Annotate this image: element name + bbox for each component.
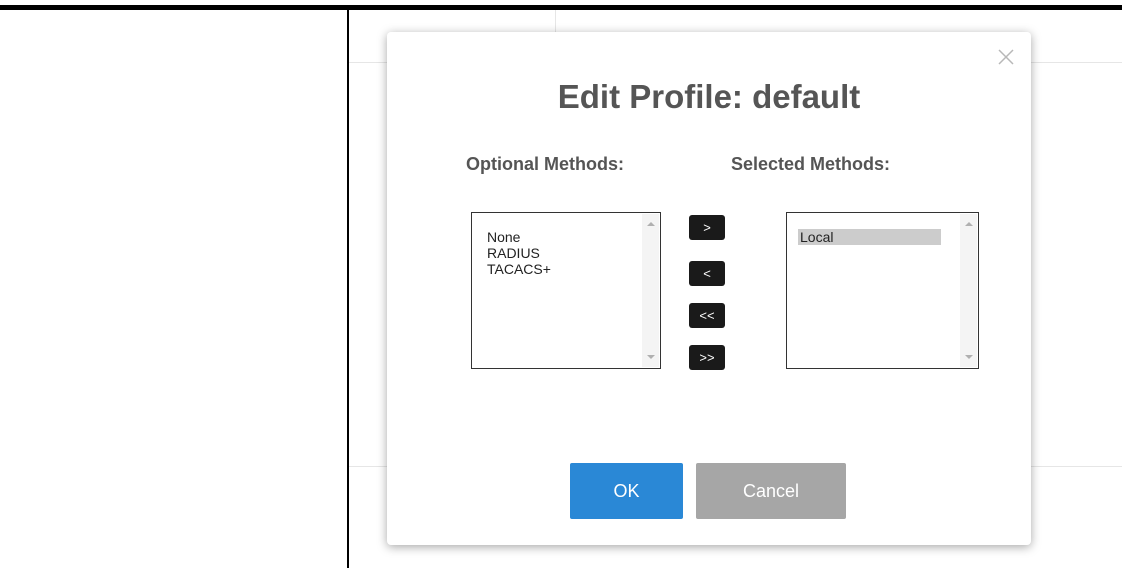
dialog-title: Edit Profile: default	[557, 78, 861, 115]
left-rule	[347, 10, 349, 568]
list-item[interactable]: Local	[798, 229, 941, 245]
scroll-up-icon[interactable]	[965, 222, 973, 226]
edit-profile-dialog: Edit Profile: default Optional Methods: …	[387, 32, 1031, 545]
move-left-button[interactable]: <	[689, 261, 725, 286]
background-divider	[555, 10, 556, 34]
ok-button[interactable]: OK	[570, 463, 683, 519]
close-icon[interactable]	[995, 46, 1017, 68]
scrollbar[interactable]	[642, 214, 659, 367]
optional-methods-list[interactable]: None RADIUS TACACS+	[471, 212, 661, 369]
move-right-button[interactable]: >	[689, 215, 725, 240]
list-item[interactable]: None	[485, 229, 624, 245]
move-all-right-button[interactable]: >>	[689, 345, 725, 370]
top-rule	[0, 5, 1122, 10]
scroll-up-icon[interactable]	[647, 222, 655, 226]
selected-methods-items: Local	[798, 229, 941, 245]
optional-methods-items: None RADIUS TACACS+	[485, 229, 624, 277]
scrollbar[interactable]	[960, 214, 977, 367]
optional-methods-label: Optional Methods:	[466, 154, 624, 174]
scroll-down-icon[interactable]	[965, 355, 973, 359]
selected-methods-list[interactable]: Local	[786, 212, 979, 369]
list-item[interactable]: RADIUS	[485, 245, 624, 261]
page: Edit Profile: default Optional Methods: …	[0, 0, 1122, 568]
list-item[interactable]: TACACS+	[485, 261, 624, 277]
scroll-down-icon[interactable]	[647, 355, 655, 359]
cancel-button[interactable]: Cancel	[696, 463, 846, 519]
selected-methods-label: Selected Methods:	[731, 154, 891, 174]
move-all-left-button[interactable]: <<	[689, 303, 725, 328]
